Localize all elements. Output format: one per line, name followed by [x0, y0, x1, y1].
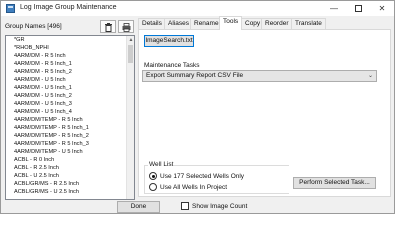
radio-selected-wells[interactable]: Use 177 Selected Wells Only — [149, 172, 244, 180]
minimize-button[interactable]: — — [323, 1, 345, 16]
list-item[interactable]: 4ARM/DM - R 5 Inch — [6, 52, 134, 60]
scroll-up-icon[interactable]: ▲ — [128, 37, 134, 43]
group-names-list[interactable]: *GR *RHOB_NPHI 4ARM/DM - R 5 Inch 4ARM/DM -… — [5, 35, 135, 200]
perform-selected-task-button[interactable]: Perform Selected Task... — [293, 177, 376, 189]
show-image-count-box[interactable] — [181, 202, 189, 210]
list-item[interactable]: ACBL/GR/MS - R 2.5 Inch — [6, 180, 134, 188]
show-image-count-checkbox[interactable]: Show Image Count — [181, 202, 247, 210]
group-list-items: *GR *RHOB_NPHI 4ARM/DM - R 5 Inch 4ARM/DM -… — [6, 36, 134, 196]
imagesearch-button[interactable]: ImageSearch.txt — [144, 35, 194, 47]
radio-selected-wells-button[interactable] — [149, 172, 157, 180]
tab-aliases[interactable]: Aliases — [164, 18, 193, 29]
list-item[interactable]: *GR — [6, 36, 134, 44]
list-item[interactable]: ACBL/GR/MS - U 2.5 Inch — [6, 188, 134, 196]
list-item[interactable]: 4ARM/DM/TEMP - U 5 Inch — [6, 148, 134, 156]
done-button[interactable]: Done — [117, 201, 160, 213]
list-item[interactable]: 4ARM/DM - U 5 Inch_1 — [6, 84, 134, 92]
show-image-count-label: Show Image Count — [192, 202, 248, 210]
list-item[interactable]: 4ARM/DM - U 5 Inch_4 — [6, 108, 134, 116]
list-item[interactable]: 4ARM/DM/TEMP - R 5 Inch_3 — [6, 140, 134, 148]
list-item[interactable]: 4ARM/DM - R 5 Inch_2 — [6, 68, 134, 76]
maintenance-tasks-label: Maintenance Tasks — [144, 62, 200, 69]
tab-translate[interactable]: Translate — [291, 18, 326, 29]
list-item[interactable]: 4ARM/DM/TEMP - R 5 Inch_1 — [6, 124, 134, 132]
maintenance-tasks-dropdown[interactable]: Export Summary Report CSV File ⌄ — [142, 70, 377, 82]
maximize-button[interactable] — [347, 1, 369, 16]
list-item[interactable]: 4ARM/DM - U 5 Inch — [6, 76, 134, 84]
tab-tools[interactable]: Tools — [219, 16, 243, 30]
scrollbar-thumb[interactable] — [128, 45, 133, 63]
list-item[interactable]: *RHOB_NPHI — [6, 44, 134, 52]
list-item[interactable]: ACBL - U 2.5 Inch — [6, 172, 134, 180]
list-item[interactable]: 4ARM/DM - U 5 Inch_2 — [6, 92, 134, 100]
maximize-icon — [354, 5, 362, 13]
log-image-group-maintenance-window: Log Image Group Maintenance — ✕ Group Na… — [0, 0, 395, 214]
list-item[interactable]: 4ARM/DM - U 5 Inch_3 — [6, 100, 134, 108]
list-item[interactable]: 4ARM/DM/TEMP - R 5 Inch — [6, 116, 134, 124]
list-item[interactable]: 4ARM/DM - R 5 Inch_1 — [6, 60, 134, 68]
list-item[interactable]: ACBL - R 2.5 Inch — [6, 164, 134, 172]
app-icon — [6, 4, 15, 13]
close-button[interactable]: ✕ — [371, 1, 393, 16]
radio-all-wells[interactable]: Use All Wells In Project — [149, 183, 227, 191]
list-item[interactable]: 4ARM/DM/TEMP - R 5 Inch_2 — [6, 132, 134, 140]
radio-all-wells-button[interactable] — [149, 183, 157, 191]
tab-details[interactable]: Details — [138, 18, 166, 29]
trash-icon — [105, 23, 112, 32]
tab-rename[interactable]: Rename — [190, 18, 223, 29]
maintenance-task-selected: Export Summary Report CSV File — [146, 72, 244, 79]
list-vertical-scrollbar[interactable]: ▲ — [126, 36, 134, 199]
chevron-down-icon: ⌄ — [367, 73, 373, 79]
delete-group-button[interactable] — [100, 20, 116, 33]
group-names-label: Group Names [496] — [5, 23, 62, 30]
tab-reorder[interactable]: Reorder — [261, 18, 293, 29]
well-list-label: Well List — [148, 161, 175, 168]
printer-icon — [122, 23, 131, 32]
window-title: Log Image Group Maintenance — [20, 4, 117, 11]
list-item[interactable]: ACBL - R 0 Inch — [6, 156, 134, 164]
radio-all-wells-label: Use All Wells In Project — [160, 183, 228, 191]
title-bar: Log Image Group Maintenance — ✕ — [1, 1, 394, 16]
radio-selected-wells-label: Use 177 Selected Wells Only — [160, 172, 245, 180]
print-button[interactable] — [118, 20, 134, 33]
